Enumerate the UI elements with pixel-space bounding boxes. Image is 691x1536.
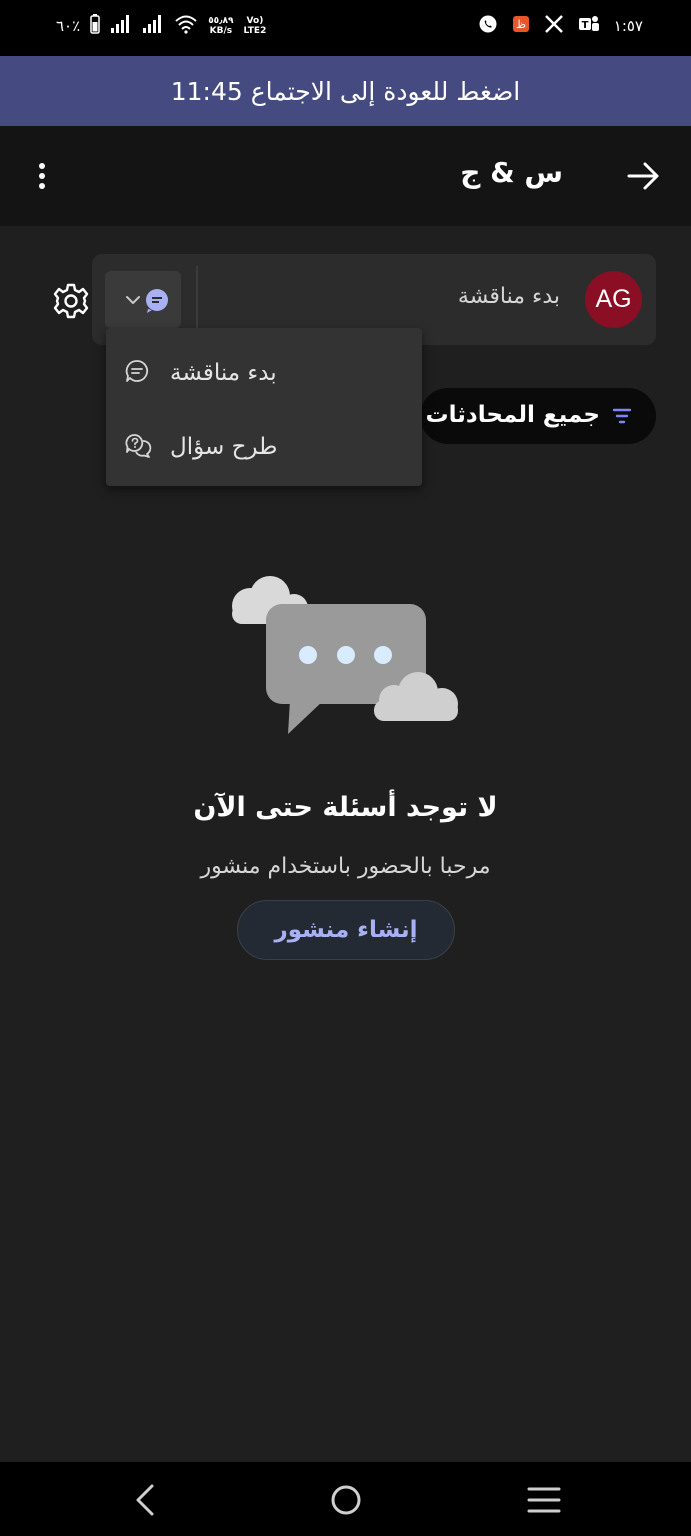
arrow-right-icon [627, 162, 659, 190]
status-right: ظ T ١:٥٧ [478, 14, 643, 38]
network-type-bottom: LTE2 [243, 26, 267, 36]
menu-lines-icon [527, 1487, 561, 1513]
post-type-icon [126, 289, 168, 313]
network-type-top: Vo) [246, 16, 264, 26]
signal-icon-1 [110, 14, 132, 38]
nav-back-button[interactable] [126, 1480, 166, 1520]
discussion-icon [125, 360, 149, 382]
x-icon [544, 14, 564, 38]
svg-text:T: T [581, 20, 588, 31]
return-to-meeting-banner[interactable]: اضغط للعودة إلى الاجتماع 11:45 [0, 56, 691, 126]
empty-state-illustration [228, 574, 464, 740]
status-bar: ٦٠٪ ٥٥٫٨٩ KB/s Vo) LTE2 ظ T ١:٥٧ [0, 0, 691, 56]
avatar[interactable]: AG [585, 271, 642, 328]
post-type-dropdown-button[interactable] [105, 271, 181, 328]
network-type: Vo) LTE2 [244, 16, 267, 36]
question-icon [125, 434, 152, 458]
filter-icon [612, 408, 632, 424]
battery-icon [90, 14, 100, 38]
net-speed-value: ٥٥٫٨٩ [208, 16, 234, 26]
post-type-menu: بدء مناقشة طرح سؤال [106, 328, 422, 486]
app-header: س & ج [0, 126, 691, 226]
teams-icon: T [578, 14, 600, 38]
svg-text:ظ: ظ [516, 18, 526, 31]
net-speed-unit: KB/s [209, 26, 233, 36]
settings-button[interactable] [52, 282, 90, 320]
menu-item-label: بدء مناقشة [170, 360, 277, 386]
back-button[interactable] [625, 158, 661, 194]
composer-divider [196, 266, 198, 333]
composer-input[interactable]: بدء مناقشة [458, 284, 560, 309]
more-vertical-icon [39, 163, 45, 189]
system-navigation-bar [0, 1462, 691, 1536]
signal-icon-2 [142, 14, 164, 38]
menu-item-ask-question[interactable]: طرح سؤال [106, 410, 422, 482]
empty-state-subtitle: مرحبا بالحضور باستخدام منشور [200, 854, 491, 879]
filter-label: جميع المحادثات [425, 402, 600, 428]
nav-recents-button[interactable] [524, 1480, 564, 1520]
page-title: س & ج [460, 156, 563, 189]
wifi-icon [174, 14, 198, 38]
create-post-label: إنشاء منشور [274, 917, 418, 943]
gear-icon [53, 283, 89, 319]
empty-state-title: لا توجد أسئلة حتى الآن [193, 792, 498, 823]
banner-text: اضغط للعودة إلى الاجتماع 11:45 [170, 76, 521, 106]
status-left: ٦٠٪ ٥٥٫٨٩ KB/s Vo) LTE2 [56, 14, 266, 38]
menu-item-start-discussion[interactable]: بدء مناقشة [106, 336, 422, 408]
net-speed: ٥٥٫٨٩ KB/s [208, 16, 233, 36]
circle-home-icon [331, 1485, 361, 1515]
clock: ١:٥٧ [613, 17, 643, 35]
whatsapp-icon [478, 14, 498, 38]
more-options-button[interactable] [28, 156, 56, 196]
chevron-left-icon [136, 1484, 154, 1516]
create-post-button[interactable]: إنشاء منشور [237, 900, 455, 960]
filter-all-conversations[interactable]: جميع المحادثات [420, 388, 656, 444]
app-notification-icon: ظ [512, 15, 530, 37]
nav-home-button[interactable] [326, 1480, 366, 1520]
battery-percent: ٦٠٪ [56, 17, 81, 35]
avatar-initials: AG [595, 285, 632, 313]
menu-item-label: طرح سؤال [170, 434, 278, 460]
